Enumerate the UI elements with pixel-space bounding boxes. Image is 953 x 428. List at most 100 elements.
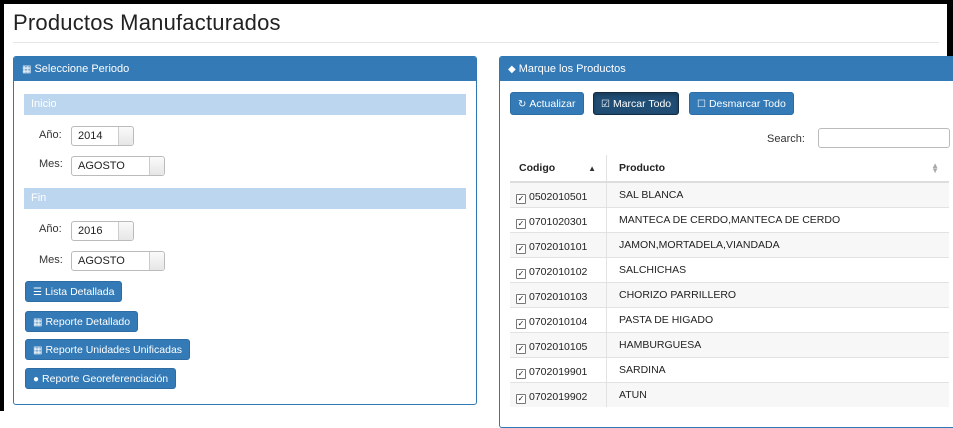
inicio-year-select[interactable]: 2014 xyxy=(71,126,134,146)
inicio-month-value: AGOSTO xyxy=(78,160,125,172)
codigo-header-label: Codigo xyxy=(519,162,556,174)
codigo-cell[interactable]: ✓ 0702019902 xyxy=(510,381,607,407)
table-icon: ▦ xyxy=(33,317,43,328)
producto-value: SALCHICHAS xyxy=(619,263,687,276)
title-divider xyxy=(13,42,939,43)
row-checkbox[interactable]: ✓ xyxy=(516,318,526,329)
inicio-section-header: Inicio xyxy=(24,94,466,115)
products-panel-header: ◆ Marque los Productos xyxy=(500,57,953,81)
codigo-cell[interactable]: ✓ 0702010101 xyxy=(510,231,607,257)
codigo-value: 0702010103 xyxy=(529,290,588,303)
table-row[interactable]: ✓ 0702019901 SARDINA xyxy=(510,356,949,382)
codigo-cell[interactable]: ✓ 0702010104 xyxy=(510,306,607,332)
map-marker-icon: ● xyxy=(33,374,40,385)
reporte-unidades-label: Reporte Unidades Unificadas xyxy=(45,344,183,356)
producto-header-label: Producto xyxy=(619,162,666,174)
codigo-cell[interactable]: ✓ 0502010501 xyxy=(510,181,607,207)
codigo-value: 0702010102 xyxy=(529,265,588,278)
period-panel-title: Seleccione Periodo xyxy=(34,63,130,75)
producto-value: SARDINA xyxy=(619,363,666,376)
table-icon: ▦ xyxy=(33,345,43,356)
fin-label: Fin xyxy=(31,192,47,204)
codigo-value: 0702010104 xyxy=(529,315,588,328)
producto-value: MANTECA DE CERDO,MANTECA DE CERDO xyxy=(619,213,841,226)
inicio-month-select[interactable]: AGOSTO xyxy=(71,156,165,176)
calendar-icon: ▦ xyxy=(22,64,32,75)
codigo-column-header[interactable]: Codigo ▲ xyxy=(510,155,607,183)
inicio-year-label: Año: xyxy=(39,129,62,141)
fin-year-value: 2016 xyxy=(78,225,103,237)
table-row[interactable]: ✓ 0702010105 HAMBURGUESA xyxy=(510,331,949,357)
table-row[interactable]: ✓ 0701020301 MANTECA DE CERDO,MANTECA DE C… xyxy=(510,206,949,232)
producto-cell: SALCHICHAS xyxy=(606,256,949,282)
apple-icon: ◆ xyxy=(508,64,516,75)
fin-section-header: Fin xyxy=(24,188,466,209)
inicio-month-label: Mes: xyxy=(39,158,63,170)
actualizar-button[interactable]: ↻ Actualizar xyxy=(510,92,584,115)
producto-value: PASTA DE HIGADO xyxy=(619,313,714,326)
products-panel-title: Marque los Productos xyxy=(518,63,626,75)
sort-icon: ▲ ▼ xyxy=(931,161,939,175)
codigo-value: 0702019901 xyxy=(529,365,588,378)
row-checkbox[interactable]: ✓ xyxy=(516,194,526,204)
producto-value: CHORIZO PARRILLERO xyxy=(619,288,737,301)
marcar-todo-label: Marcar Todo xyxy=(612,98,672,110)
codigo-cell[interactable]: ✓ 0702019901 xyxy=(510,356,607,382)
table-row[interactable]: ✓ 0502010501 SAL BLANCA xyxy=(510,181,949,207)
fin-year-select[interactable]: 2016 xyxy=(71,221,134,241)
lista-detallada-button[interactable]: ☰ Lista Detallada xyxy=(25,281,123,302)
period-panel: ▦ Seleccione Periodo Inicio Año: 2014 Mes… xyxy=(13,56,477,405)
codigo-cell[interactable]: ✓ 0702010102 xyxy=(510,256,607,282)
producto-cell: MANTECA DE CERDO,MANTECA DE CERDO xyxy=(606,206,949,232)
page-title: Productos Manufacturados xyxy=(13,10,281,35)
products-panel: ◆ Marque los Productos ↻ Actualizar ☑ Marca… xyxy=(499,56,953,428)
reporte-detallado-label: Reporte Detallado xyxy=(45,316,131,328)
search-input[interactable] xyxy=(818,128,950,148)
producto-value: ATUN xyxy=(619,388,647,401)
row-checkbox[interactable]: ✓ xyxy=(516,218,526,229)
table-row[interactable]: ✓ 0702010104 PASTA DE HIGADO xyxy=(510,306,949,332)
producto-cell: ATUN xyxy=(606,381,949,407)
period-panel-header: ▦ Seleccione Periodo xyxy=(14,57,476,81)
codigo-cell[interactable]: ✓ 0701020301 xyxy=(510,206,607,232)
list-icon: ☰ xyxy=(33,287,42,298)
sort-asc-icon: ▲ xyxy=(588,164,596,173)
codigo-value: 0502010501 xyxy=(529,191,588,203)
search-label: Search: xyxy=(767,133,805,145)
fin-month-label: Mes: xyxy=(39,254,63,266)
fin-month-value: AGOSTO xyxy=(78,255,125,267)
codigo-cell[interactable]: ✓ 0702010103 xyxy=(510,281,607,307)
row-checkbox[interactable]: ✓ xyxy=(516,243,526,254)
reporte-georeferenciacion-button[interactable]: ● Reporte Georeferenciación xyxy=(25,368,177,389)
producto-column-header[interactable]: Producto ▲ ▼ xyxy=(606,155,949,183)
fin-month-select[interactable]: AGOSTO xyxy=(71,251,165,271)
row-checkbox[interactable]: ✓ xyxy=(516,293,526,304)
chevron-down-icon xyxy=(118,127,133,145)
producto-cell: HAMBURGUESA xyxy=(606,331,949,357)
producto-cell: SAL BLANCA xyxy=(606,181,949,207)
check-square-icon: ☑ xyxy=(601,99,610,110)
chevron-down-icon xyxy=(118,222,133,240)
producto-cell: PASTA DE HIGADO xyxy=(606,306,949,332)
table-row[interactable]: ✓ 0702010101 JAMON,MORTADELA,VIANDADA xyxy=(510,231,949,257)
row-checkbox[interactable]: ✓ xyxy=(516,268,526,279)
desmarcar-todo-button[interactable]: ☐ Desmarcar Todo xyxy=(689,92,794,115)
chevron-down-icon xyxy=(149,252,164,270)
row-checkbox[interactable]: ✓ xyxy=(516,368,526,379)
reporte-detallado-button[interactable]: ▦ Reporte Detallado xyxy=(25,311,139,332)
codigo-value: 0702010101 xyxy=(529,240,588,253)
table-row[interactable]: ✓ 0702019902 ATUN xyxy=(510,381,949,407)
codigo-cell[interactable]: ✓ 0702010105 xyxy=(510,331,607,357)
chevron-down-icon xyxy=(149,157,164,175)
row-checkbox[interactable]: ✓ xyxy=(516,343,526,354)
row-checkbox[interactable]: ✓ xyxy=(516,393,526,404)
table-header-row: Codigo ▲ Producto ▲ ▼ xyxy=(510,155,949,183)
reporte-unidades-button[interactable]: ▦ Reporte Unidades Unificadas xyxy=(25,339,191,360)
codigo-value: 0701020301 xyxy=(529,215,588,228)
table-row[interactable]: ✓ 0702010102 SALCHICHAS xyxy=(510,256,949,282)
inicio-year-value: 2014 xyxy=(78,130,103,142)
producto-cell: JAMON,MORTADELA,VIANDADA xyxy=(606,231,949,257)
table-row[interactable]: ✓ 0702010103 CHORIZO PARRILLERO xyxy=(510,281,949,307)
marcar-todo-button[interactable]: ☑ Marcar Todo xyxy=(593,92,680,115)
products-table: Codigo ▲ Producto ▲ ▼ ✓ 0502010501 SAL BLAN… xyxy=(510,155,949,407)
